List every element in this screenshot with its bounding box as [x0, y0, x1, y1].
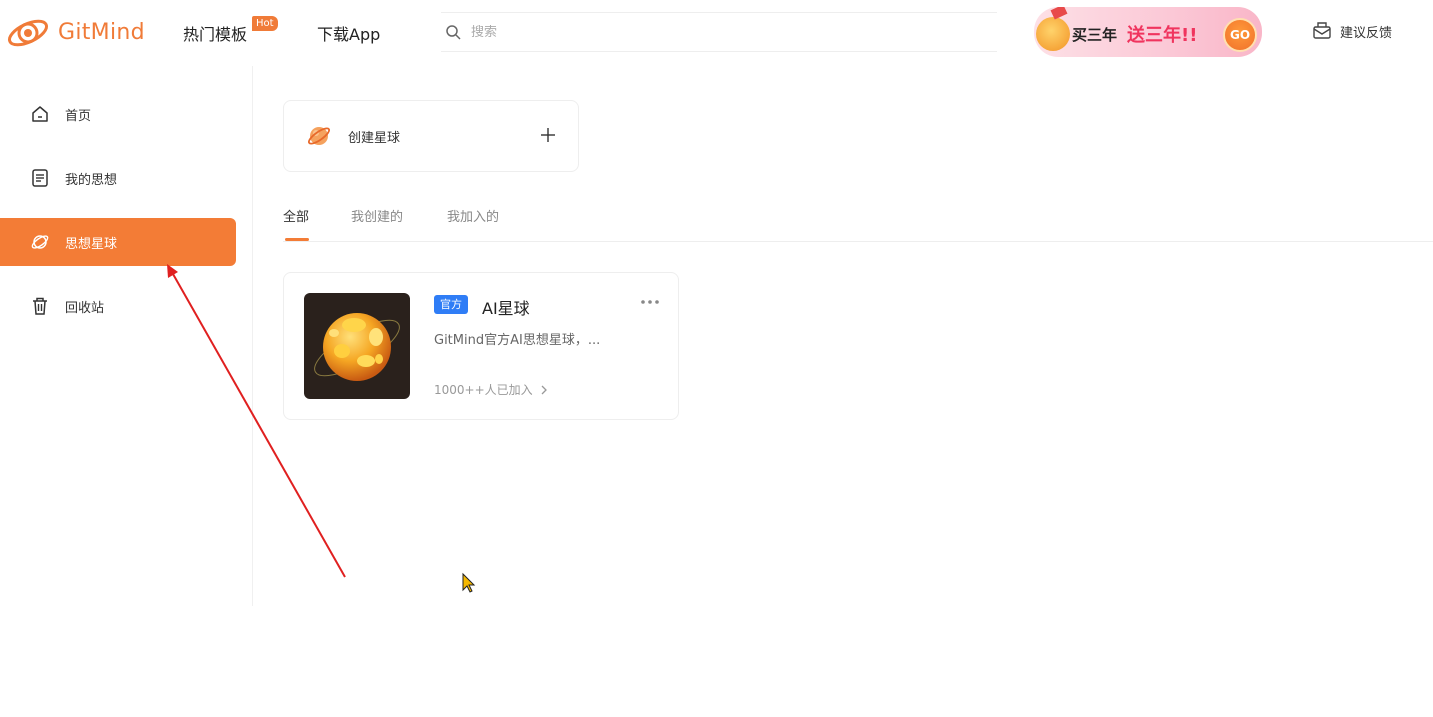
feedback-button[interactable]: 建议反馈 [1312, 21, 1392, 41]
search-input[interactable] [471, 24, 951, 40]
nav-download-app[interactable]: 下载App [317, 21, 380, 45]
active-tab-indicator [285, 238, 309, 241]
planet-tabs: 全部 我创建的 我加入的 [283, 206, 1433, 242]
create-planet-label: 创建星球 [348, 130, 401, 146]
planet-members-count: 1000++人已加入 [434, 383, 533, 397]
official-badge: 官方 [434, 295, 468, 314]
nav-hot-templates[interactable]: 热门模板 [183, 21, 247, 45]
top-header: GitMind 热门模板 Hot 下载App 买三年 送三年!! GO 建议反馈 [0, 0, 1433, 66]
home-icon [32, 106, 48, 122]
promo-mascot-icon [1036, 17, 1070, 51]
plus-icon[interactable] [540, 127, 556, 143]
promo-go-button[interactable]: GO [1223, 18, 1257, 52]
search-icon [446, 25, 461, 40]
planet-icon [31, 235, 49, 249]
promo-give-text: 送三年!! [1127, 25, 1198, 46]
tab-created-by-me[interactable]: 我创建的 [351, 206, 403, 225]
gitmind-logo[interactable]: GitMind [4, 13, 145, 51]
mail-icon [1313, 22, 1331, 39]
planet-name: AI星球 [482, 299, 530, 318]
sidebar-item-label: 首页 [65, 108, 92, 124]
more-options-icon[interactable] [640, 295, 660, 309]
sidebar-item-label: 回收站 [65, 300, 105, 316]
feedback-label: 建议反馈 [1340, 25, 1393, 41]
brand-name: GitMind [58, 19, 145, 45]
cursor-icon [462, 572, 476, 593]
planet-card[interactable]: 官方 AI星球 GitMind官方AI思想星球，... 1000++人已加入 [283, 272, 679, 420]
gitmind-logo-icon [7, 19, 49, 47]
create-planet-card[interactable]: 创建星球 [283, 100, 579, 172]
sidebar-item-my-thoughts[interactable]: 我的思想 [0, 154, 236, 202]
promo-buy-text: 买三年 [1072, 26, 1118, 44]
golden-planet-icon [314, 313, 400, 381]
chevron-right-icon [541, 385, 547, 394]
document-icon [32, 169, 48, 187]
tab-joined-by-me[interactable]: 我加入的 [447, 206, 499, 225]
planet-members-link[interactable]: 1000++人已加入 [434, 381, 549, 398]
trash-icon [33, 297, 47, 315]
planet-thumbnail [304, 293, 410, 399]
tab-all[interactable]: 全部 [283, 206, 309, 225]
hot-badge: Hot [252, 16, 278, 31]
sidebar-item-home[interactable]: 首页 [0, 90, 236, 138]
sidebar-item-recycle-bin[interactable]: 回收站 [0, 282, 236, 330]
promo-banner[interactable]: 买三年 送三年!! GO [1034, 7, 1262, 57]
sidebar: 首页 我的思想 思想星球 回收站 [0, 66, 253, 606]
sidebar-item-thought-planet[interactable]: 思想星球 [0, 218, 236, 266]
sidebar-item-label: 思想星球 [65, 236, 118, 252]
search-bar[interactable] [441, 12, 997, 52]
planet-logo-icon [308, 127, 330, 145]
planet-description: GitMind官方AI思想星球，... [434, 333, 601, 348]
sidebar-item-label: 我的思想 [65, 172, 118, 188]
